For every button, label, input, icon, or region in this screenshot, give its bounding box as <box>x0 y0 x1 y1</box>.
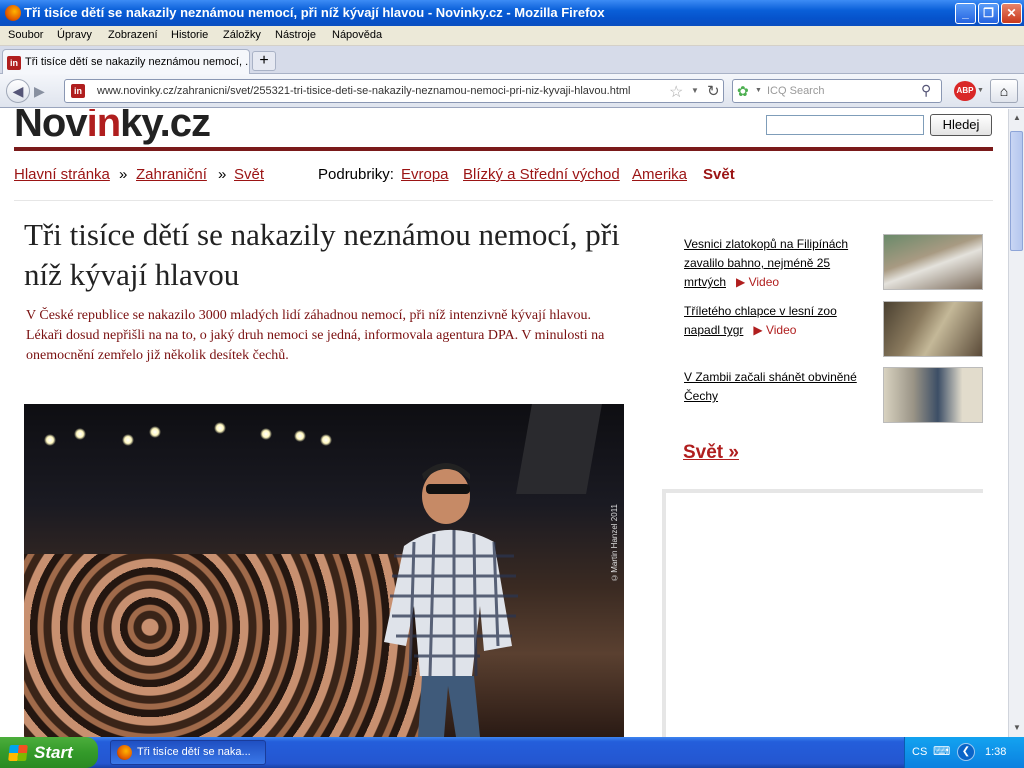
breadcrumb-divider <box>14 200 993 201</box>
subsections-label: Podrubriky: <box>318 166 394 183</box>
ad-box <box>662 489 983 737</box>
bookmark-star-icon[interactable]: ☆ <box>669 82 683 102</box>
url-dropdown-icon[interactable]: ▼ <box>691 86 699 95</box>
header-divider <box>14 147 993 151</box>
new-tab-button[interactable]: + <box>252 51 276 71</box>
window-title-bar: Tři tisíce dětí se nakazily neznámou nem… <box>0 0 1024 26</box>
home-icon: ⌂ <box>999 83 1009 99</box>
tab-current[interactable]: in Tři tisíce dětí se nakazily neznámou … <box>2 49 250 75</box>
firefox-icon <box>117 745 132 760</box>
window-title: Tři tisíce dětí se nakazily neznámou nem… <box>24 5 605 20</box>
singer-figure <box>384 463 518 737</box>
maximize-button[interactable]: ❐ <box>978 3 999 24</box>
breadcrumb-section[interactable]: Zahraniční <box>136 166 207 183</box>
navigation-bar: ◀ ▶ in www.novinky.cz/zahranicni/svet/25… <box>0 74 1024 108</box>
crowd-image <box>24 554 444 737</box>
menu-nastroje[interactable]: Nástroje <box>275 29 316 41</box>
arrow-right-icon: ▶ <box>34 83 45 99</box>
menu-zobrazeni[interactable]: Zobrazení <box>108 29 158 41</box>
close-button[interactable]: ✕ <box>1001 3 1022 24</box>
back-button[interactable]: ◀ <box>6 79 30 103</box>
adblock-dropdown-icon[interactable]: ▼ <box>977 87 984 94</box>
video-play-icon: ▶ <box>729 275 746 289</box>
breadcrumb-subsection[interactable]: Svět <box>234 166 264 183</box>
article-perex: V České republice se nakazilo 3000 mladý… <box>26 308 605 363</box>
novinky-favicon: in <box>7 56 21 70</box>
reload-icon[interactable]: ↻ <box>707 82 720 100</box>
sidebar-article-1[interactable]: Vesnici zlatokopů na Filipínách zavalilo… <box>684 235 864 292</box>
site-search-input[interactable] <box>766 115 924 135</box>
menu-napoveda[interactable]: Nápověda <box>332 29 382 41</box>
breadcrumb-home[interactable]: Hlavní stránka <box>14 166 110 183</box>
subsection-current: Svět <box>703 166 735 183</box>
menu-historie[interactable]: Historie <box>171 29 208 41</box>
search-placeholder: ICQ Search <box>767 85 825 97</box>
windows-logo-icon <box>8 745 28 761</box>
photo-credit: ©Martin Hanzel 2011 <box>610 504 619 582</box>
subsection-amerika[interactable]: Amerika <box>632 166 687 183</box>
tab-strip: in Tři tisíce dětí se nakazily neznámou … <box>0 46 1024 75</box>
url-text: www.novinky.cz/zahranicni/svet/255321-tr… <box>97 85 631 97</box>
expand-tray-icon[interactable]: ❮ <box>957 743 975 761</box>
system-tray: CS ⌨ ❮ 1:38 <box>904 737 1024 768</box>
menu-upravy[interactable]: Úpravy <box>57 29 92 41</box>
breadcrumb-separator: » <box>218 166 227 183</box>
home-button[interactable]: ⌂ <box>990 79 1018 103</box>
start-button[interactable]: Start <box>0 737 98 768</box>
keyboard-icon[interactable]: ⌨ <box>933 744 950 758</box>
taskbar: Start Tři tisíce dětí se naka... CS ⌨ ❮ … <box>0 737 1024 768</box>
menu-soubor[interactable]: Soubor <box>8 29 43 41</box>
sidebar-article-3[interactable]: V Zambii začali shánět obviněné Čechy <box>684 368 864 406</box>
url-bar[interactable]: in www.novinky.cz/zahranicni/svet/255321… <box>64 79 724 103</box>
clock: 1:38 <box>985 746 1007 758</box>
sidebar-article-2[interactable]: Tříletého chlapce v lesní zoo napadl tyg… <box>684 302 864 340</box>
forward-button[interactable]: ▶ <box>34 83 45 100</box>
scroll-down-icon[interactable]: ▼ <box>1010 721 1024 735</box>
video-label[interactable]: Video <box>749 275 779 289</box>
minimize-button[interactable]: _ <box>955 3 976 24</box>
sidebar-thumb-1[interactable] <box>883 234 983 290</box>
search-button[interactable]: Hledej <box>930 114 992 136</box>
video-play-icon: ▶ <box>746 323 763 337</box>
icq-flower-icon[interactable]: ✿ <box>737 83 749 100</box>
section-more-link[interactable]: Svět » <box>683 442 739 464</box>
vertical-scrollbar[interactable]: ▲ ▼ <box>1008 109 1024 737</box>
magnifier-icon[interactable]: ⚲ <box>921 82 931 99</box>
site-identity-icon: in <box>71 84 85 98</box>
subsection-blizky-vychod[interactable]: Blízký a Střední východ <box>463 166 620 183</box>
sidebar-article-3-title[interactable]: V Zambii začali shánět obviněné Čechy <box>684 370 857 403</box>
adblock-icon[interactable]: ABP <box>954 81 976 101</box>
taskbar-firefox-window[interactable]: Tři tisíce dětí se naka... <box>110 740 266 765</box>
page-content: Novinky.cz Hledej Hlavní stránka » Zahra… <box>0 109 1008 737</box>
firefox-icon <box>5 5 21 21</box>
tab-label: Tři tisíce dětí se nakazily neznámou nem… <box>25 56 250 68</box>
novinky-logo[interactable]: Novinky.cz <box>14 109 211 146</box>
sidebar-thumb-2[interactable] <box>883 301 983 357</box>
search-bar[interactable]: ✿ ▼ ICQ Search ⚲ <box>732 79 942 103</box>
search-engine-dropdown-icon[interactable]: ▼ <box>755 87 762 94</box>
menu-bar: Soubor Úpravy Zobrazení Historie Záložky… <box>0 26 1024 46</box>
article-headline: Tři tisíce dětí se nakazily neznámou nem… <box>24 217 620 292</box>
subsection-evropa[interactable]: Evropa <box>401 166 449 183</box>
menu-zalozky[interactable]: Záložky <box>223 29 261 41</box>
breadcrumb-separator: » <box>119 166 128 183</box>
video-label[interactable]: Video <box>766 323 796 337</box>
scroll-up-icon[interactable]: ▲ <box>1010 111 1024 125</box>
language-indicator[interactable]: CS <box>912 746 927 758</box>
arrow-left-icon: ◀ <box>12 83 24 99</box>
scroll-thumb[interactable] <box>1010 131 1023 251</box>
article-photo[interactable]: ©Martin Hanzel 2011 <box>24 404 624 737</box>
sidebar-thumb-3[interactable] <box>883 367 983 423</box>
